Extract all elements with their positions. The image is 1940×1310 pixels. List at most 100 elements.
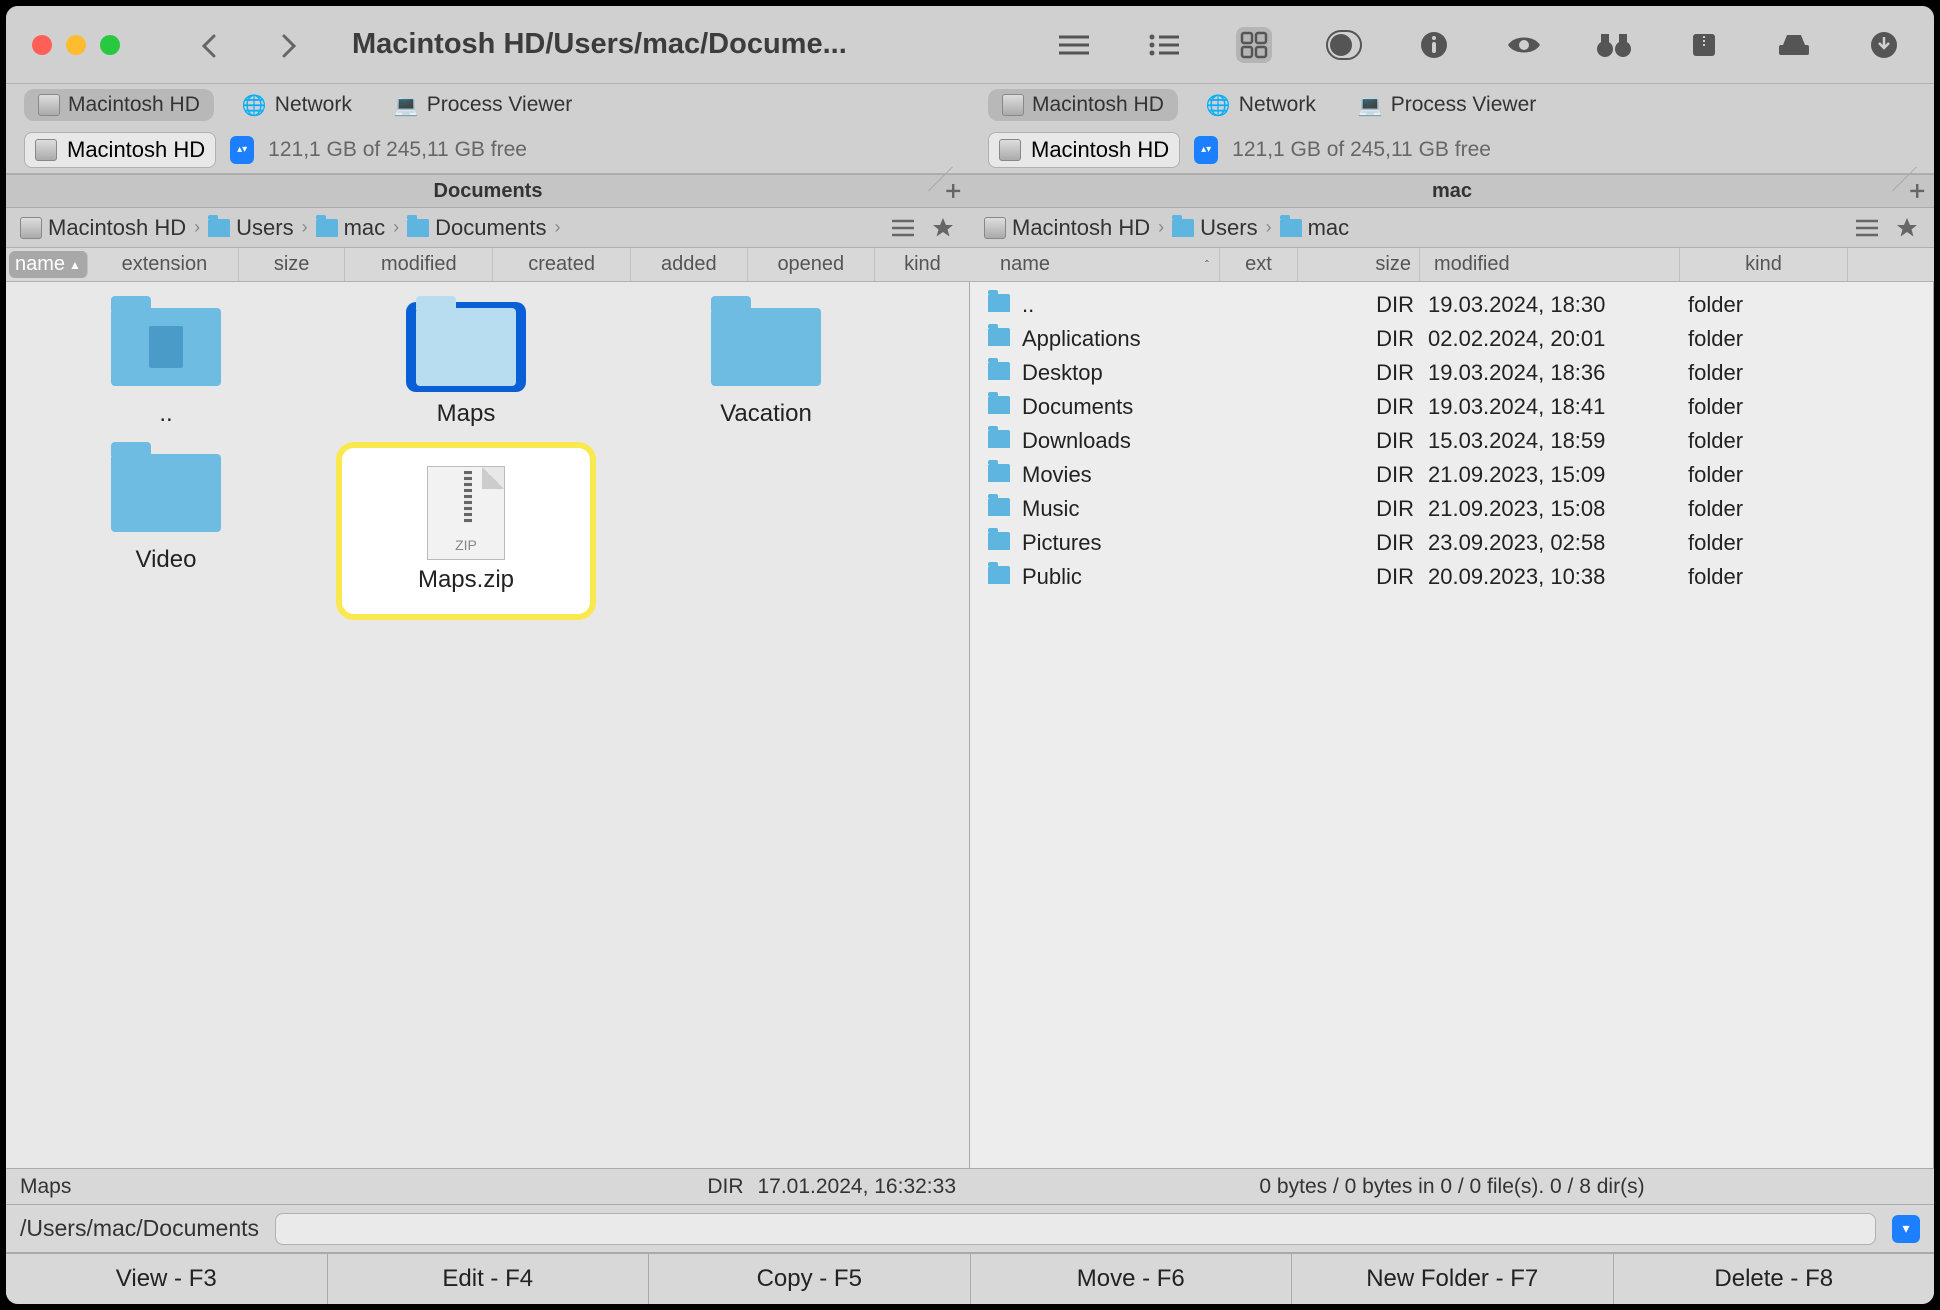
loc-tab-hd[interactable]: Macintosh HD <box>988 89 1178 121</box>
icon-label: Maps <box>437 400 496 428</box>
location-tabs-right: Macintosh HD 🌐Network 💻Process Viewer <box>970 84 1934 126</box>
file-row[interactable]: Public DIR 20.09.2023, 10:38 folder <box>970 560 1933 594</box>
file-row[interactable]: Music DIR 21.09.2023, 15:08 folder <box>970 492 1933 526</box>
bc-seg[interactable]: Macintosh HD <box>20 215 186 241</box>
file-kind: folder <box>1674 360 1794 386</box>
bc-seg[interactable]: Users <box>1172 215 1257 241</box>
file-name: Movies <box>1014 462 1214 488</box>
icon-item-video[interactable]: Video <box>36 448 296 620</box>
view-button[interactable]: View - F3 <box>6 1254 328 1304</box>
forward-button[interactable] <box>280 33 304 57</box>
file-kind: folder <box>1674 564 1794 590</box>
info-icon[interactable] <box>1416 27 1452 63</box>
disk-icon <box>35 139 57 161</box>
icon-label: Maps.zip <box>418 566 514 594</box>
col-added[interactable]: added <box>631 248 748 281</box>
folder-icon <box>988 428 1014 454</box>
quicklook-icon[interactable] <box>1506 27 1542 63</box>
pane-left[interactable]: .. Maps Vacation Video Maps.zip <box>6 282 970 1168</box>
drive-icon[interactable] <box>1776 27 1812 63</box>
pane-right[interactable]: .. DIR 19.03.2024, 18:30 folder Applicat… <box>970 282 1934 1168</box>
delete-button[interactable]: Delete - F8 <box>1614 1254 1935 1304</box>
command-dropdown[interactable]: ▾ <box>1892 1215 1920 1243</box>
col-size[interactable]: size <box>239 248 345 281</box>
file-row[interactable]: Pictures DIR 23.09.2023, 02:58 folder <box>970 526 1933 560</box>
loc-tab-network[interactable]: 🌐Network <box>228 89 366 122</box>
col-size[interactable]: size <box>1298 248 1420 281</box>
close-button[interactable] <box>32 35 52 55</box>
col-modified[interactable]: modified <box>345 248 493 281</box>
file-row[interactable]: Applications DIR 02.02.2024, 20:01 folde… <box>970 322 1933 356</box>
command-input[interactable] <box>275 1213 1876 1245</box>
minimize-button[interactable] <box>66 35 86 55</box>
col-created[interactable]: created <box>493 248 631 281</box>
compress-icon[interactable] <box>1686 27 1722 63</box>
icon-item-maps[interactable]: Maps <box>336 302 596 428</box>
file-modified: 19.03.2024, 18:36 <box>1414 360 1674 386</box>
bc-list-icon[interactable] <box>1854 215 1880 241</box>
disk-icon <box>1002 94 1024 116</box>
panel-label-right[interactable]: mac <box>970 175 1934 207</box>
loc-tab-network[interactable]: 🌐Network <box>1192 89 1330 122</box>
bc-seg[interactable]: Users <box>208 215 293 241</box>
copy-button[interactable]: Copy - F5 <box>649 1254 971 1304</box>
icon-item-vacation[interactable]: Vacation <box>636 302 896 428</box>
folder-icon <box>407 219 429 237</box>
file-row[interactable]: Downloads DIR 15.03.2024, 18:59 folder <box>970 424 1933 458</box>
download-icon[interactable] <box>1866 27 1902 63</box>
file-modified: 23.09.2023, 02:58 <box>1414 530 1674 556</box>
volume-dropdown[interactable]: Macintosh HD <box>988 132 1180 168</box>
file-row[interactable]: .. DIR 19.03.2024, 18:30 folder <box>970 288 1933 322</box>
theme-toggle-icon[interactable] <box>1326 27 1362 63</box>
new-folder-button[interactable]: New Folder - F7 <box>1292 1254 1614 1304</box>
file-row[interactable]: Movies DIR 21.09.2023, 15:09 folder <box>970 458 1933 492</box>
icon-item-maps-zip[interactable]: Maps.zip <box>336 442 596 620</box>
volume-stepper[interactable]: ▴▾ <box>230 136 254 164</box>
location-tabs-row: Macintosh HD 🌐Network 💻Process Viewer Ma… <box>6 84 1934 126</box>
binoculars-icon[interactable] <box>1596 27 1632 63</box>
file-row[interactable]: Desktop DIR 19.03.2024, 18:36 folder <box>970 356 1933 390</box>
col-extension[interactable]: extension <box>91 248 239 281</box>
col-opened[interactable]: opened <box>748 248 875 281</box>
loc-tab-process[interactable]: 💻Process Viewer <box>1344 89 1550 122</box>
icon-item-up[interactable]: .. <box>36 302 296 428</box>
bc-star-icon[interactable] <box>1894 215 1920 241</box>
file-kind: folder <box>1674 496 1794 522</box>
disk-icon <box>984 217 1006 239</box>
bc-seg[interactable]: mac <box>1280 215 1350 241</box>
edit-button[interactable]: Edit - F4 <box>328 1254 650 1304</box>
loc-tab-hd[interactable]: Macintosh HD <box>24 89 214 121</box>
file-name: Applications <box>1014 326 1214 352</box>
view-horizontal-icon[interactable] <box>1056 27 1092 63</box>
col-modified[interactable]: modified <box>1420 248 1680 281</box>
view-grid-icon[interactable] <box>1236 27 1272 63</box>
zoom-button[interactable] <box>100 35 120 55</box>
bc-seg[interactable]: Macintosh HD <box>984 215 1150 241</box>
volume-stepper[interactable]: ▴▾ <box>1194 136 1218 164</box>
col-kind[interactable]: kind <box>1680 248 1848 281</box>
folder-icon <box>208 219 230 237</box>
panel-label-left[interactable]: Documents <box>6 175 970 207</box>
file-size: DIR <box>1292 564 1414 590</box>
col-name[interactable]: name▲ <box>9 251 88 278</box>
bc-star-icon[interactable] <box>930 215 956 241</box>
disk-icon <box>20 217 42 239</box>
folder-icon <box>316 219 338 237</box>
volume-dropdown[interactable]: Macintosh HD <box>24 132 216 168</box>
file-row[interactable]: Documents DIR 19.03.2024, 18:41 folder <box>970 390 1933 424</box>
col-kind[interactable]: kind <box>875 248 970 281</box>
bc-list-icon[interactable] <box>890 215 916 241</box>
back-button[interactable] <box>200 33 224 57</box>
move-button[interactable]: Move - F6 <box>971 1254 1293 1304</box>
bc-seg[interactable]: Documents <box>407 215 546 241</box>
bc-seg[interactable]: mac <box>316 215 386 241</box>
col-name[interactable]: nameˆ <box>970 248 1220 281</box>
file-modified: 21.09.2023, 15:08 <box>1414 496 1674 522</box>
title-path: Macintosh HD/Users/mac/Docume... <box>352 28 847 61</box>
bottom-row: View - F3 Edit - F4 Copy - F5 Move - F6 … <box>6 1252 1934 1304</box>
view-list-icon[interactable] <box>1146 27 1182 63</box>
col-ext[interactable]: ext <box>1220 248 1298 281</box>
loc-tab-process[interactable]: 💻Process Viewer <box>380 89 586 122</box>
folder-icon <box>988 530 1014 556</box>
cols-left: name▲ extension size modified created ad… <box>6 248 970 281</box>
